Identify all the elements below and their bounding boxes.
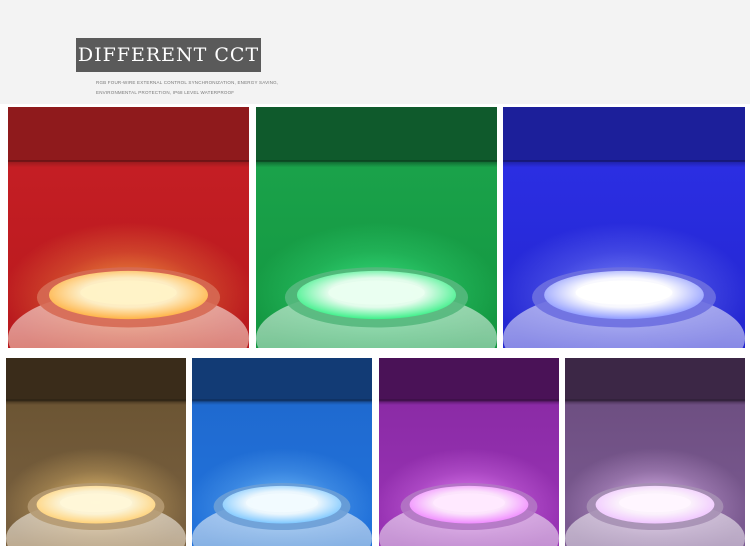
light-photo-illustration bbox=[379, 358, 559, 546]
light-photo-red bbox=[8, 107, 249, 348]
light-photo-illustration bbox=[565, 358, 745, 546]
light-photo-illustration bbox=[503, 107, 745, 348]
light-photo-illustration bbox=[192, 358, 372, 546]
light-photo-illustration bbox=[256, 107, 497, 348]
title-box: DIFFERENT CCT bbox=[76, 38, 261, 72]
light-photo-green bbox=[256, 107, 497, 348]
light-photo-magenta bbox=[379, 358, 559, 546]
light-photo-illustration bbox=[8, 107, 249, 348]
subtitle-line-2: ENVIRONMENTAL PROTECTION, IP68 LEVEL WAT… bbox=[96, 90, 235, 95]
light-photo-illustration bbox=[6, 358, 186, 546]
light-photo-sky-blue bbox=[192, 358, 372, 546]
subtitle-line-1: RGB FOUR-WIRE EXTERNAL CONTROL SYNCHRONI… bbox=[96, 80, 279, 85]
light-photo-blue bbox=[503, 107, 745, 348]
light-photo-lavender bbox=[565, 358, 745, 546]
page-title: DIFFERENT CCT bbox=[77, 44, 260, 66]
light-photo-warm-amber bbox=[6, 358, 186, 546]
